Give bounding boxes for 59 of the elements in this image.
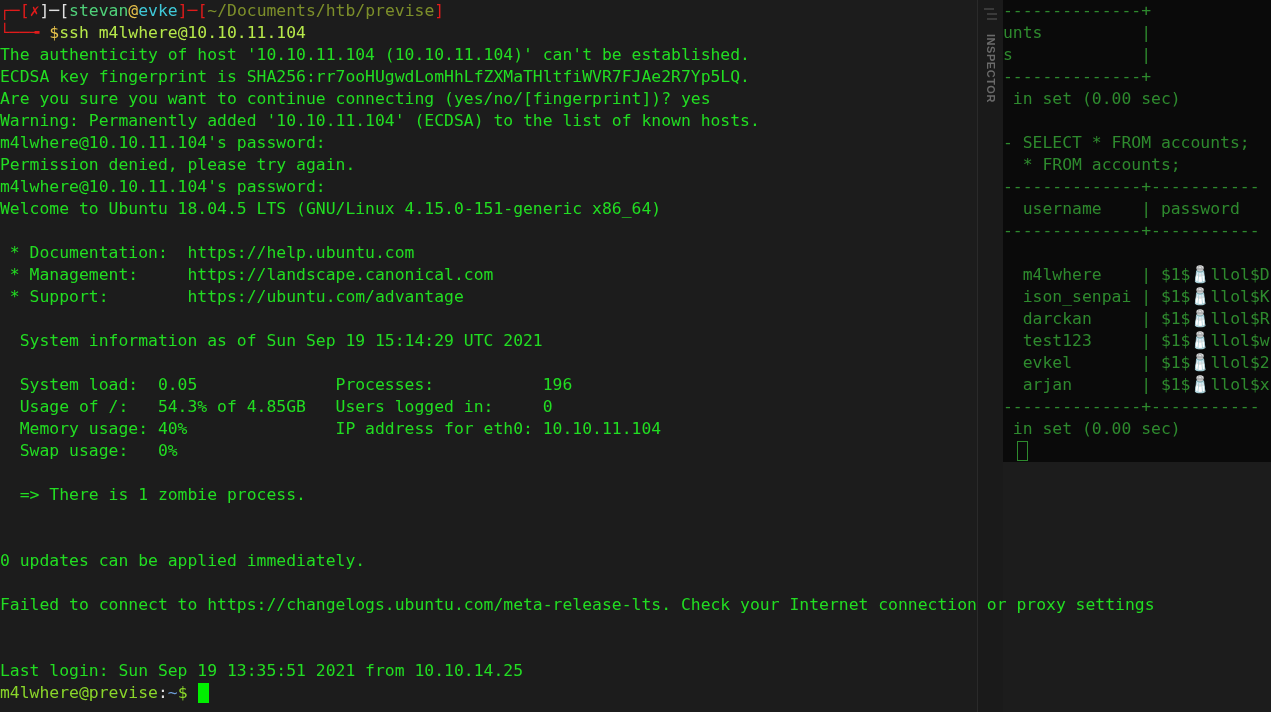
output-line: * Documentation: https://help.ubuntu.com — [8, 243, 415, 262]
output-line: Warning: Permanently added '10.10.11.104' (ECDSA) to the list of known hosts. — [0, 111, 760, 130]
background-terminal-line: username | password — [1021, 198, 1240, 220]
prompt-text: [ — [19, 0, 30, 22]
output-line: * Management: https://landscape.canonical.com — [8, 265, 494, 284]
background-terminal-line: evkel | $1$🧂llol$2 — [1021, 352, 1270, 374]
background-terminal-line: * FROM accounts; — [1021, 154, 1181, 176]
background-terminal-line: in set (0.00 sec) — [1011, 88, 1181, 110]
prompt-text: ssh m4lwhere@10.10.11.104 — [59, 22, 306, 44]
prompt-text: ]─[ — [177, 0, 208, 22]
output-line: Permission denied, please try again. — [0, 155, 356, 174]
background-terminal-line: ison_senpai | $1$🧂llol$K — [1021, 286, 1270, 308]
output-line: Are you sure you want to continue connecting (yes/no/[fingerprint])? yes — [0, 89, 711, 108]
output-line: The authenticity of host '10.10.11.104 (10.10.11.104)' can't be established. — [0, 45, 750, 64]
output-line: Memory usage: 40% IP address for eth0: 10.10.11.104 — [18, 419, 662, 438]
background-terminal-line: m4lwhere | $1$🧂llol$D — [1021, 264, 1270, 286]
prompt-text: ✗ — [29, 0, 40, 22]
output-line: m4lwhere@10.10.11.104's password: — [0, 177, 326, 196]
prompt-text: stevan — [69, 0, 129, 22]
background-terminal-line: arjan | $1$🧂llol$x — [1021, 374, 1270, 396]
background-terminal-line: --------------+ — [1003, 0, 1152, 22]
prompt-text: $ — [49, 22, 60, 44]
output-line: Usage of /: 54.3% of 4.85GB Users logged in: 0 — [18, 397, 553, 416]
prompt-text: ~ — [167, 682, 178, 704]
background-terminal-line: --------------+ — [1003, 66, 1152, 88]
output-line: * Support: https://ubuntu.com/advantage — [8, 287, 464, 306]
output-line: Swap usage: 0% — [18, 441, 178, 460]
inspector-label[interactable]: INSPECTOR — [982, 34, 999, 103]
prompt-text: ┌─ — [0, 0, 20, 22]
prompt-text: @ — [128, 0, 139, 22]
prompt-text: ]─[ — [39, 0, 70, 22]
prompt-text: evke — [138, 0, 178, 22]
background-terminal-line: --------------+----------- — [1003, 220, 1260, 242]
background-terminal-line: darckan | $1$🧂llol$R — [1021, 308, 1270, 330]
output-line: Failed to connect to https://changelogs.ubuntu.com/meta-release-lts. Check your Internet connection or proxy settings — [0, 595, 1155, 614]
cursor — [1017, 441, 1028, 461]
output-line: => There is 1 zombie process. — [18, 485, 306, 504]
output-line: System load: 0.05 Processes: 196 — [18, 375, 573, 394]
background-terminal-line: --------------+----------- — [1003, 396, 1260, 418]
background-terminal-line: --------------+----------- — [1003, 176, 1260, 198]
output-line: System information as of Sun Sep 19 15:14:29 UTC 2021 — [18, 331, 543, 350]
prompt-text: : — [157, 682, 168, 704]
output-line: m4lwhere@10.10.11.104's password: — [0, 133, 326, 152]
background-terminal-line: - SELECT * FROM accounts; — [1003, 132, 1250, 154]
prompt-text: ~/Documents/htb/previse — [207, 0, 435, 22]
output-line: ECDSA key fingerprint is SHA256:rr7ooHUgwdLomHhLfZXMaTHltfiWVR7FJAe2R7Yp5LQ. — [0, 67, 750, 86]
background-terminal-line: s | — [1003, 44, 1152, 66]
prompt-text: $ — [177, 682, 188, 704]
background-terminal-line: in set (0.00 sec) — [1011, 418, 1181, 440]
cursor — [197, 683, 209, 703]
menu-icon[interactable] — [983, 8, 998, 20]
output-line: Welcome to Ubuntu 18.04.5 LTS (GNU/Linux 4.15.0-151-generic x86_64) — [0, 199, 662, 218]
output-line: 0 updates can be applied immediately. — [0, 551, 366, 570]
output-line: Last login: Sun Sep 19 13:35:51 2021 from 10.10.14.25 — [0, 661, 523, 680]
prompt-text: m4lwhere@previse — [0, 682, 158, 704]
prompt-text: └──╼ — [0, 22, 41, 44]
background-terminal-line: unts | — [1003, 22, 1152, 44]
background-terminal-line: test123 | $1$🧂llol$w — [1021, 330, 1270, 352]
prompt-text: ] — [434, 0, 445, 22]
